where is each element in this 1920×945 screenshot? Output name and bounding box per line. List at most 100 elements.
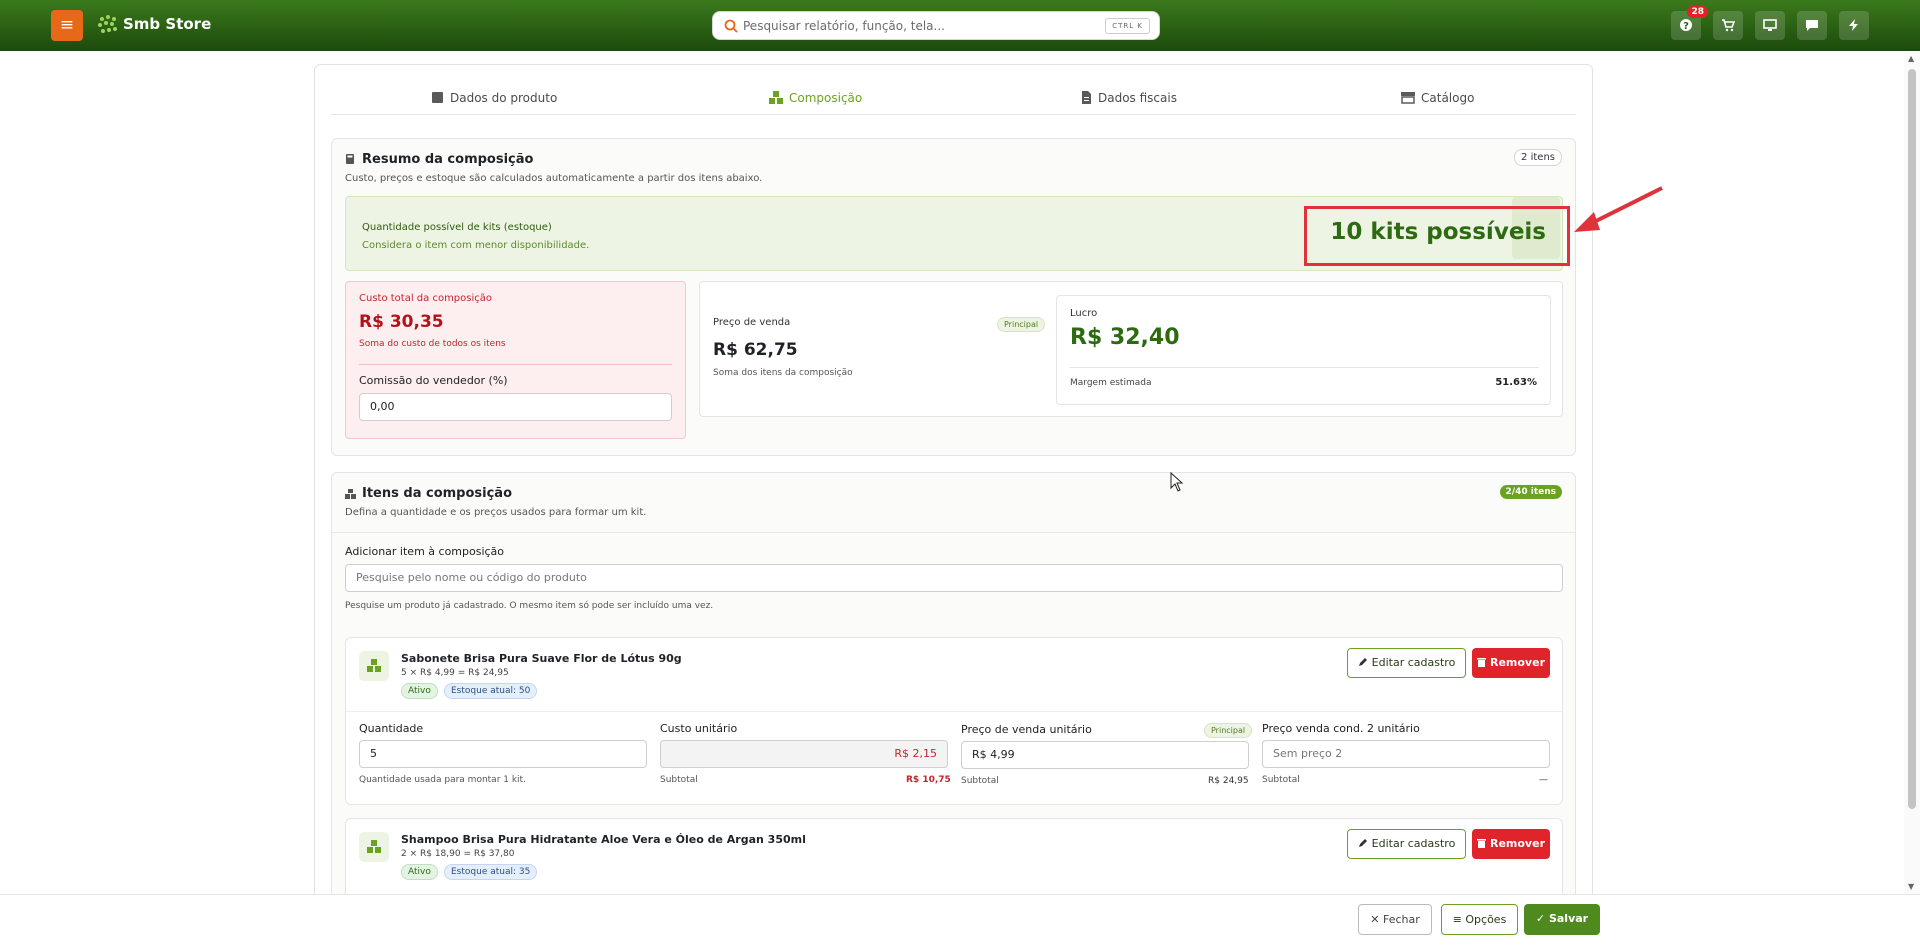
- list-icon: ≡: [1452, 913, 1462, 926]
- quick-actions-button[interactable]: [1839, 11, 1869, 40]
- items-count-badge: 2/40 itens: [1499, 485, 1562, 499]
- scroll-down-icon[interactable]: ▼: [1908, 882, 1914, 891]
- annotation-arrow-icon: [1574, 186, 1663, 232]
- summary-subtitle: Custo, preços e estoque são calculados a…: [345, 173, 763, 184]
- options-button[interactable]: ≡ Opções: [1441, 904, 1518, 935]
- monitor-button[interactable]: [1755, 11, 1785, 40]
- stock-badge: Estoque atual: 50: [444, 683, 538, 699]
- composition-item: Sabonete Brisa Pura Suave Flor de Lótus …: [345, 637, 1563, 805]
- page-scrollbar[interactable]: ▲ ▼: [1904, 51, 1920, 894]
- margin-value: 51.63%: [1495, 377, 1537, 388]
- tab-dados-produto[interactable]: Dados do produto: [431, 81, 557, 115]
- price2-label: Preço venda cond. 2 unitário: [1262, 722, 1420, 735]
- divider: [346, 711, 1562, 712]
- top-bar: ≡ Smb Store Pesquisar relatório, função,…: [0, 0, 1920, 51]
- pencil-icon: [1358, 658, 1367, 666]
- save-button[interactable]: ✓ Salvar: [1524, 904, 1600, 935]
- remove-item-button[interactable]: Remover: [1472, 648, 1550, 678]
- divider: [332, 532, 1575, 533]
- cost-label: Custo total da composição: [359, 293, 493, 304]
- composition-summary: Resumo da composição Custo, preços e est…: [331, 138, 1576, 456]
- unit-price-input[interactable]: R$ 4,99: [961, 741, 1249, 769]
- status-badge: Ativo: [401, 864, 438, 880]
- search-icon: [724, 19, 738, 33]
- scrollbar-thumb[interactable]: [1908, 69, 1916, 809]
- brand-name: Smb Store: [123, 15, 212, 33]
- help-button[interactable]: ? 28: [1671, 6, 1708, 40]
- divider: [359, 364, 672, 365]
- item-name: Sabonete Brisa Pura Suave Flor de Lótus …: [401, 652, 682, 665]
- trash-icon: [1476, 658, 1486, 667]
- close-button[interactable]: ✕ Fechar: [1358, 904, 1432, 935]
- tab-catalogo[interactable]: Catálogo: [1401, 81, 1474, 115]
- product-tabs: Dados do produto Composição Dados fiscai…: [331, 81, 1576, 115]
- margin-label: Margem estimada: [1070, 378, 1152, 388]
- price-label: Preço de venda: [713, 317, 791, 328]
- monitor-icon: [1763, 19, 1777, 31]
- price-subtotal: R$ 24,95: [1208, 776, 1249, 786]
- chat-icon: [1806, 20, 1818, 31]
- subtotal-label: Subtotal: [961, 776, 999, 786]
- item-calc: 5 × R$ 4,99 = R$ 24,95: [401, 668, 509, 678]
- chat-button[interactable]: [1797, 11, 1827, 40]
- kits-label: Quantidade possível de kits (estoque): [362, 222, 552, 233]
- mouse-cursor-icon: [1170, 472, 1184, 492]
- subtotal-label: Subtotal: [660, 775, 698, 785]
- unit-cost-input: R$ 2,15: [660, 740, 948, 768]
- principal-badge: Principal: [997, 317, 1046, 332]
- profit-label: Lucro: [1070, 308, 1098, 319]
- item-cubes-icon: [359, 832, 389, 862]
- close-icon: ✕: [1370, 913, 1380, 926]
- add-item-search-input[interactable]: Pesquise pelo nome ou código do produto: [345, 564, 1563, 592]
- check-icon: ✓: [1535, 912, 1546, 925]
- cubes-icon: [769, 91, 783, 104]
- global-search[interactable]: Pesquisar relatório, função, tela... CTR…: [712, 11, 1160, 40]
- lightning-icon: [1849, 19, 1858, 31]
- search-shortcut-badge: CTRL K: [1105, 18, 1150, 34]
- divider: [1070, 367, 1539, 368]
- scroll-up-icon[interactable]: ▲: [1908, 54, 1914, 63]
- brand-logo-icon: [98, 15, 117, 33]
- items-subtitle: Defina a quantidade e os preços usados p…: [345, 507, 647, 518]
- edit-item-button[interactable]: Editar cadastro: [1347, 648, 1466, 678]
- cost-hint: Soma do custo de todos os itens: [359, 339, 506, 349]
- store-icon: [1401, 92, 1415, 104]
- tab-composicao[interactable]: Composição: [769, 81, 862, 115]
- qty-input[interactable]: 5: [359, 740, 647, 768]
- edit-item-button[interactable]: Editar cadastro: [1347, 829, 1466, 859]
- price-hint: Soma dos itens da composição: [713, 368, 853, 378]
- stock-badge: Estoque atual: 35: [444, 864, 538, 880]
- price2-input[interactable]: Sem preço 2: [1262, 740, 1550, 768]
- kits-hint: Considera o item com menor disponibilida…: [362, 240, 590, 251]
- commission-input[interactable]: 0,00: [359, 393, 672, 421]
- item-name: Shampoo Brisa Pura Hidratante Aloe Vera …: [401, 833, 806, 846]
- commission-label: Comissão do vendedor (%): [359, 374, 508, 387]
- status-badge: Ativo: [401, 683, 438, 699]
- sale-price-box: Preço de venda Principal R$ 62,75 Soma d…: [699, 281, 1563, 417]
- pencil-icon: [1358, 839, 1367, 847]
- box-icon: [432, 92, 443, 103]
- product-form-card: Dados do produto Composição Dados fiscai…: [314, 64, 1593, 912]
- notification-badge: 28: [1687, 6, 1708, 18]
- add-item-hint: Pesquise um produto já cadastrado. O mes…: [345, 601, 714, 611]
- unit-cost-label: Custo unitário: [660, 722, 738, 735]
- svg-text:?: ?: [1683, 21, 1689, 32]
- price-value: R$ 62,75: [713, 340, 798, 360]
- cart-icon: [1722, 19, 1736, 32]
- profit-value: R$ 32,40: [1070, 325, 1180, 350]
- document-icon: [1082, 91, 1091, 104]
- profit-box: Lucro R$ 32,40 Margem estimada 51.63%: [1056, 295, 1551, 405]
- search-placeholder: Pesquisar relatório, função, tela...: [743, 19, 945, 33]
- summary-title: Resumo da composição: [362, 152, 534, 167]
- hamburger-menu-button[interactable]: ≡: [51, 10, 83, 41]
- price2-subtotal: —: [1539, 775, 1548, 785]
- cart-button[interactable]: [1713, 11, 1743, 40]
- tab-dados-fiscais[interactable]: Dados fiscais: [1081, 81, 1177, 115]
- total-cost-box: Custo total da composição R$ 30,35 Soma …: [345, 281, 686, 439]
- cost-subtotal: R$ 10,75: [906, 775, 951, 785]
- principal-badge: Principal: [1204, 723, 1253, 738]
- calculator-icon: [346, 154, 354, 164]
- subtotal-label: Subtotal: [1262, 775, 1300, 785]
- remove-item-button[interactable]: Remover: [1472, 829, 1550, 859]
- items-title: Itens da composição: [362, 486, 513, 501]
